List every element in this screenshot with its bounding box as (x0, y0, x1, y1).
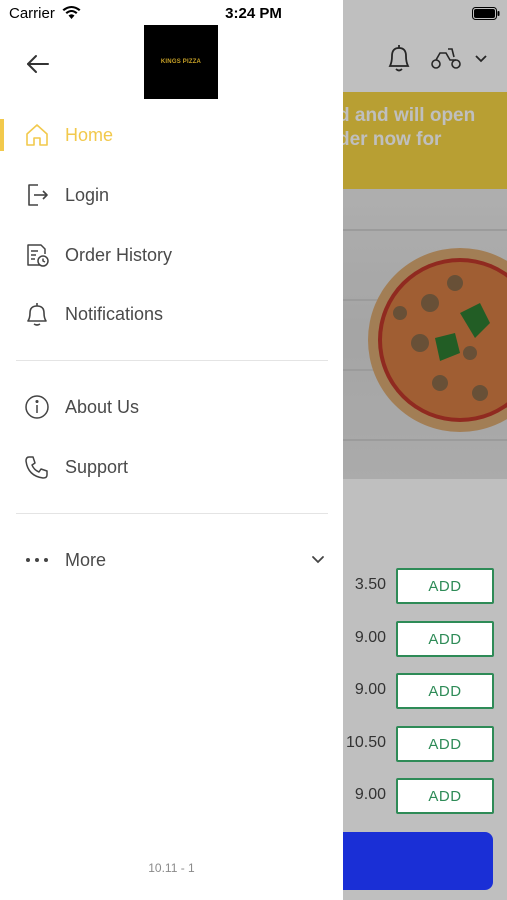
nav-item-order-history[interactable]: Order History (0, 231, 343, 279)
add-button[interactable]: ADD (396, 673, 494, 709)
nav-item-more[interactable]: More (0, 536, 343, 584)
chevron-down-icon[interactable] (310, 554, 326, 566)
divider (16, 360, 328, 361)
menu-row-price: 9.00 (354, 629, 386, 646)
battery-icon (472, 7, 500, 20)
navigation-drawer: KINGS PIZZA Home Login Order History Not… (0, 0, 343, 900)
add-button[interactable]: ADD (396, 778, 494, 814)
bell-icon (27, 303, 47, 326)
status-bar: Carrier 3:24 PM (0, 0, 507, 28)
back-arrow-icon[interactable] (24, 50, 52, 78)
menu-row-price: 10.50 (345, 734, 386, 751)
login-icon (28, 184, 48, 206)
nav-item-home[interactable]: Home (0, 111, 343, 159)
nav-item-label: Order History (65, 244, 173, 265)
nav-item-support[interactable]: Support (0, 443, 343, 491)
nav-item-label: About Us (65, 396, 140, 417)
nav-item-notifications[interactable]: Notifications (0, 290, 343, 338)
nav-item-label: Support (65, 456, 129, 477)
nav-item-label: Login (65, 184, 110, 205)
add-button[interactable]: ADD (396, 621, 494, 657)
nav-item-label: Notifications (65, 303, 164, 324)
status-time: 3:24 PM (225, 5, 282, 22)
order-history-icon (27, 244, 49, 267)
nav-item-label: More (65, 549, 107, 570)
more-dots-icon (26, 558, 48, 562)
divider (16, 513, 328, 514)
menu-row-price: 3.50 (354, 576, 386, 593)
nav-item-label: Home (65, 124, 114, 145)
menu-row-price: 9.00 (354, 786, 386, 803)
add-button[interactable]: ADD (396, 568, 494, 604)
info-icon (25, 395, 49, 419)
nav-item-login[interactable]: Login (0, 171, 343, 219)
add-button[interactable]: ADD (396, 726, 494, 762)
home-icon (26, 124, 48, 146)
view-basket-button[interactable] (330, 832, 493, 890)
restaurant-logo: KINGS PIZZA (144, 25, 218, 99)
menu-row-price: 9.00 (354, 681, 386, 698)
logo-text: KINGS PIZZA (160, 59, 202, 65)
app-version: 10.11 - 1 (148, 861, 195, 875)
phone-icon (25, 456, 48, 479)
nav-item-about-us[interactable]: About Us (0, 383, 343, 431)
